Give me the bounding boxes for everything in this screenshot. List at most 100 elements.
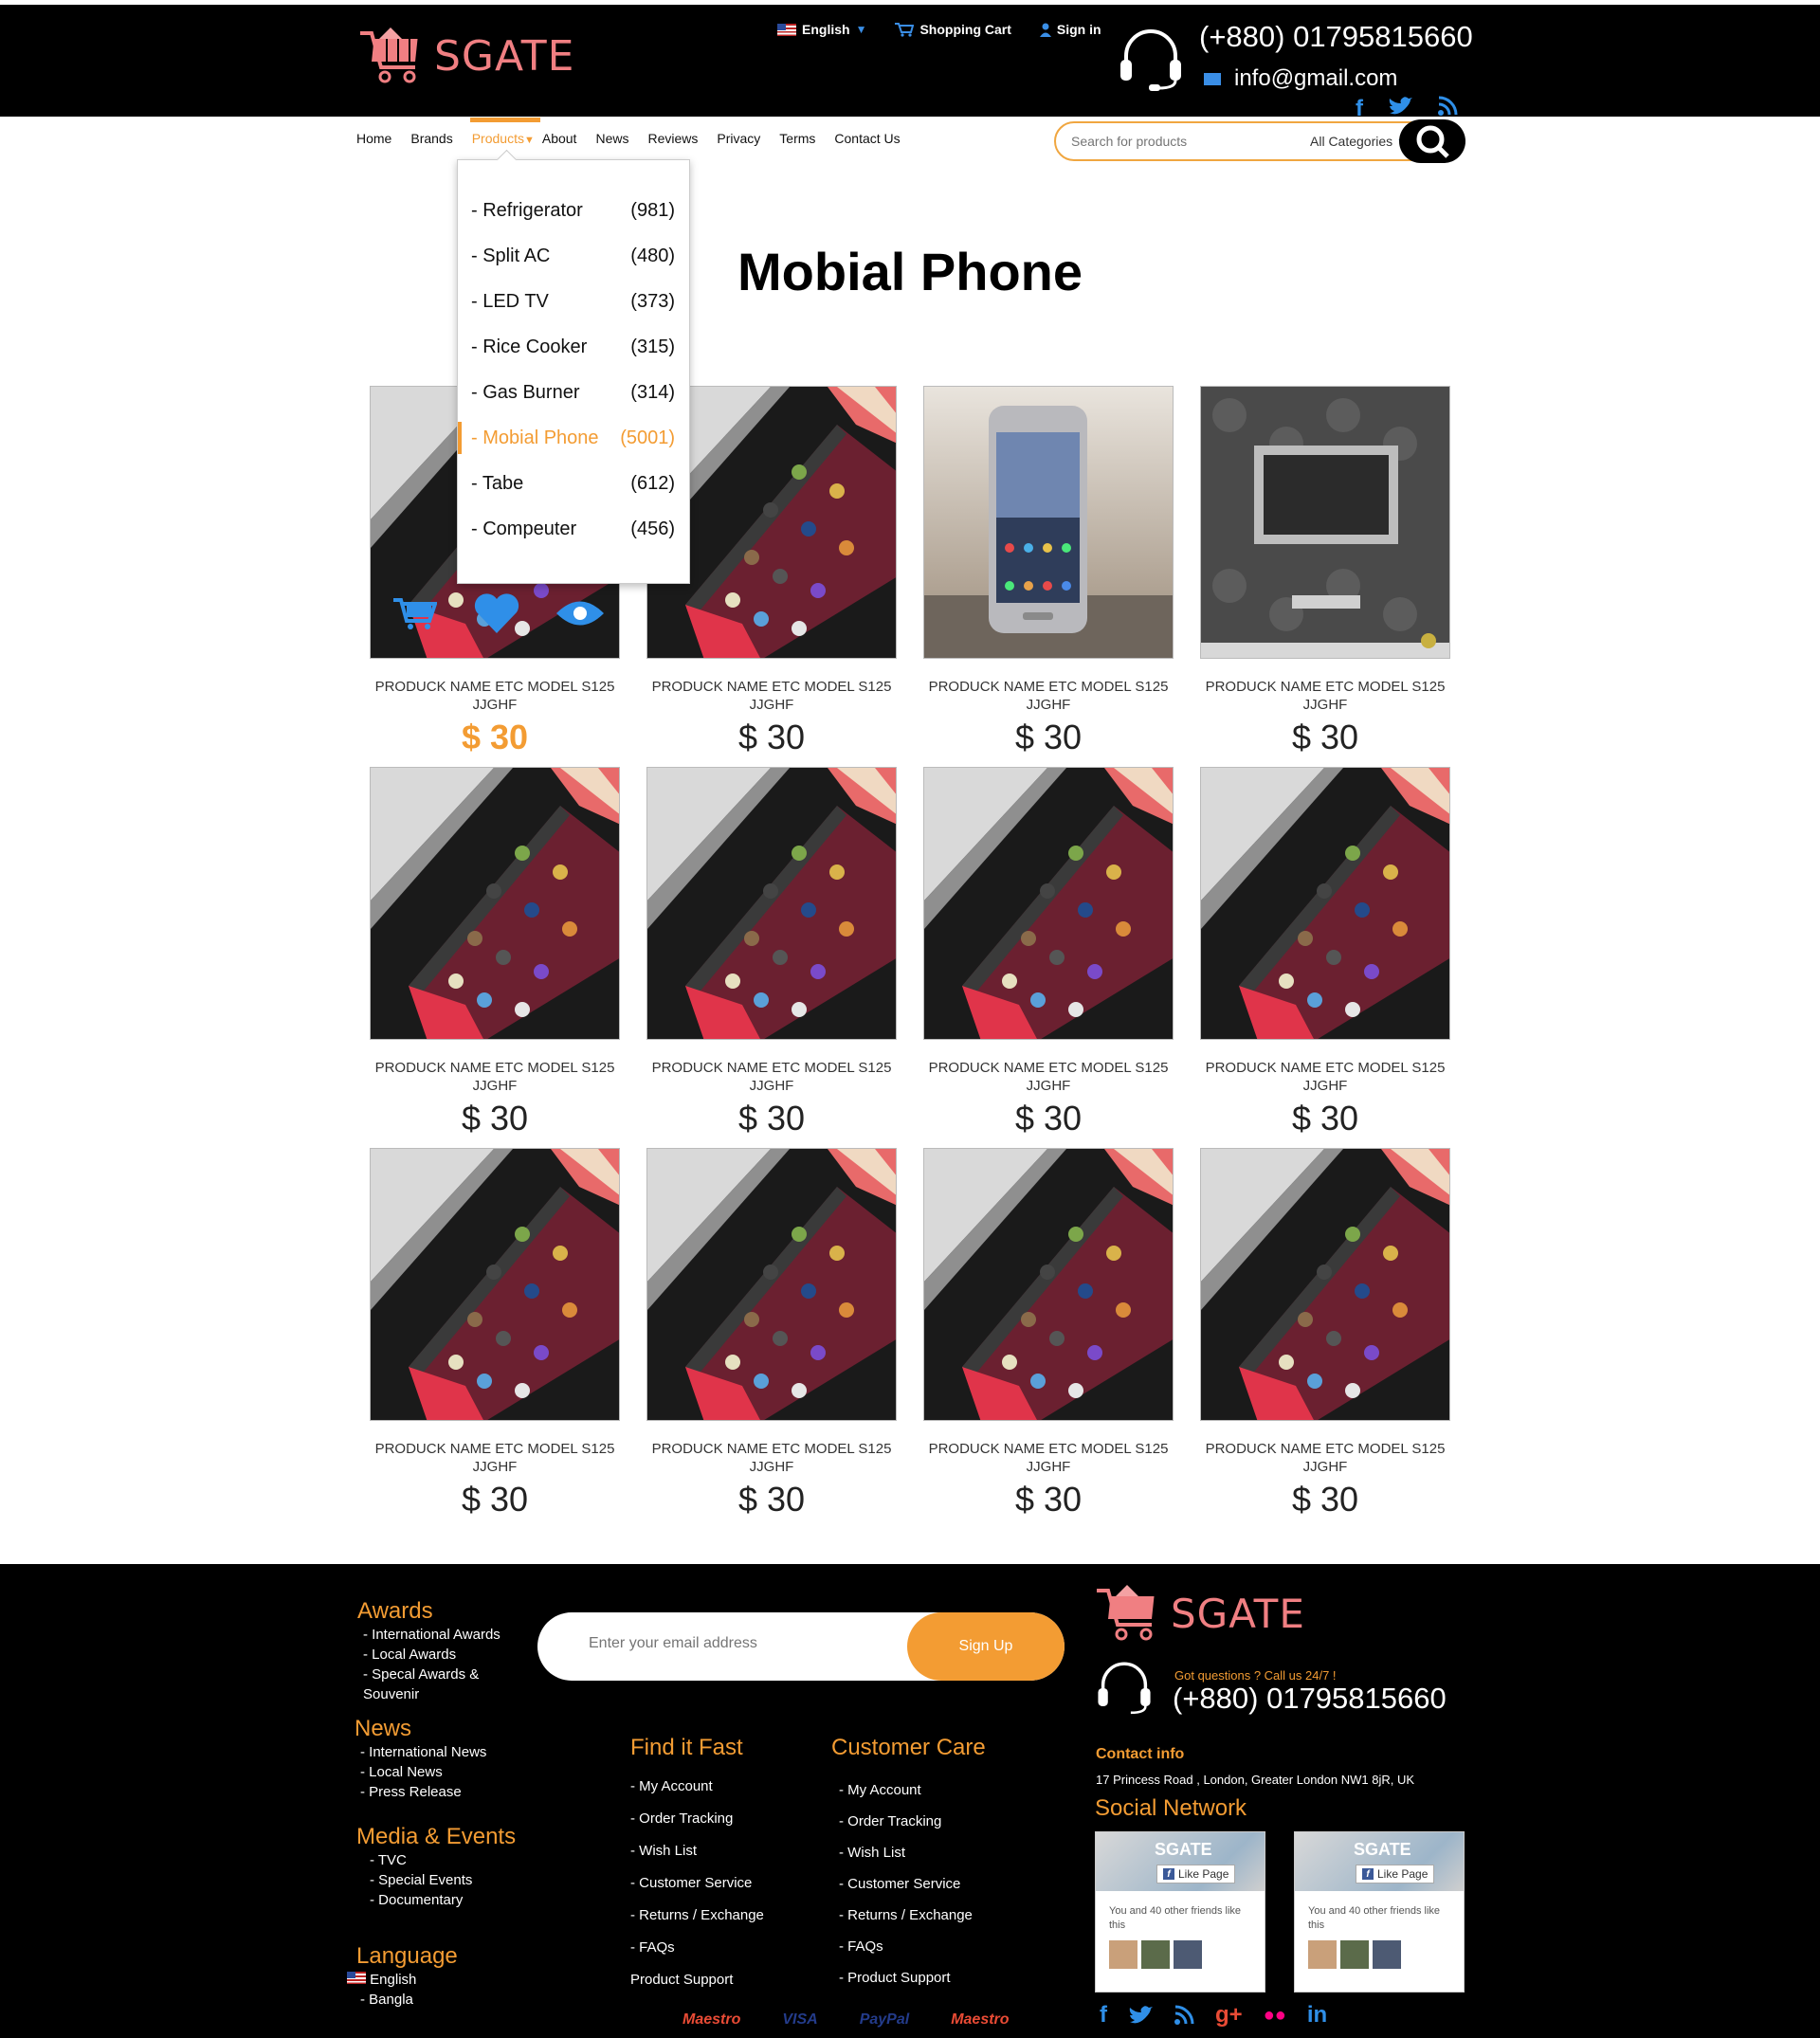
facebook-widget[interactable]: SGATE f Like Page You and 40 other friend… [1294,1831,1465,1993]
product-name[interactable]: PRODUCK NAME ETC MODEL S125 JJGHF [646,678,897,714]
product-name[interactable]: PRODUCK NAME ETC MODEL S125 JJGHF [646,1440,897,1476]
dropdown-item[interactable]: - LED TV (373) [471,291,675,313]
quick-view-eye-icon[interactable] [556,599,604,628]
nav-terms[interactable]: Terms [779,131,815,146]
footer-link[interactable]: - Order Tracking [839,1806,986,1837]
footer-link[interactable]: - Wish List [839,1837,986,1868]
footer-link[interactable]: - Order Tracking [630,1803,764,1835]
footer-link[interactable]: - Returns / Exchange [839,1900,986,1931]
footer-link[interactable]: - Wish List [630,1835,764,1867]
nav-reviews[interactable]: Reviews [647,131,698,146]
footer-link[interactable]: - Local Awards [363,1645,500,1665]
footer-link[interactable]: - Special Events [370,1870,516,1890]
footer-link[interactable]: - Documentary [370,1890,516,1910]
nav-about[interactable]: About [542,131,577,146]
product-name[interactable]: PRODUCK NAME ETC MODEL S125 JJGHF [370,678,620,714]
header-phone[interactable]: (+880) 01795815660 [1199,20,1473,54]
nav-news[interactable]: News [595,131,628,146]
nav-privacy[interactable]: Privacy [717,131,760,146]
product-thumbnail[interactable] [923,767,1174,1040]
footer-link[interactable]: - My Account [630,1771,764,1803]
product-name[interactable]: PRODUCK NAME ETC MODEL S125 JJGHF [370,1059,620,1095]
product-name[interactable]: PRODUCK NAME ETC MODEL S125 JJGHF [923,1440,1174,1476]
logo[interactable]: SGATE [358,26,574,86]
language-bangla[interactable]: - Bangla [360,1990,458,2010]
product-thumbnail[interactable] [1200,767,1450,1040]
fb-like-button[interactable]: f Like Page [1356,1865,1435,1883]
search-input[interactable] [1071,134,1289,149]
product-card[interactable]: PRODUCK NAME ETC MODEL S125 JJGHF $ 30 [923,1148,1174,1519]
product-thumbnail[interactable] [923,386,1174,659]
product-name[interactable]: PRODUCK NAME ETC MODEL S125 JJGHF [1200,1059,1450,1095]
dropdown-item[interactable]: - Split AC (480) [471,246,675,267]
footer-link[interactable]: - Press Release [360,1782,486,1802]
footer-link[interactable]: - Product Support [839,1962,986,1993]
product-name[interactable]: PRODUCK NAME ETC MODEL S125 JJGHF [1200,678,1450,714]
dropdown-item[interactable]: - Tabe (612) [471,473,675,495]
newsletter-email-input[interactable] [589,1635,873,1652]
footer-logo[interactable]: SGATE [1095,1583,1305,1644]
linkedin-icon[interactable]: in [1307,2002,1327,2029]
footer-link[interactable]: - Local News [360,1762,486,1782]
footer-link[interactable]: - TVC [370,1850,516,1870]
facebook-widget[interactable]: SGATE f Like Page You and 40 other friend… [1095,1831,1265,1993]
footer-link[interactable]: - International News [360,1742,486,1762]
language-english[interactable]: English [347,1970,458,1990]
footer-link[interactable]: - Customer Service [630,1867,764,1900]
search-button[interactable] [1399,119,1465,163]
product-thumbnail[interactable] [923,1148,1174,1421]
nav-home[interactable]: Home [356,131,391,146]
product-card[interactable]: PRODUCK NAME ETC MODEL S125 JJGHF $ 30 [923,386,1174,757]
footer-link[interactable]: - International Awards [363,1625,500,1645]
footer-link[interactable]: Product Support [630,1964,764,1996]
category-select[interactable]: All Categories ▼ [1310,134,1408,149]
footer-link[interactable]: - Returns / Exchange [630,1900,764,1932]
product-card[interactable]: PRODUCK NAME ETC MODEL S125 JJGHF $ 30 [370,767,620,1138]
product-thumbnail[interactable] [1200,1148,1450,1421]
twitter-icon[interactable] [1388,96,1412,117]
dropdown-item[interactable]: - Rice Cooker (315) [471,337,675,358]
product-name[interactable]: PRODUCK NAME ETC MODEL S125 JJGHF [923,678,1174,714]
product-name[interactable]: PRODUCK NAME ETC MODEL S125 JJGHF [370,1440,620,1476]
product-card[interactable]: PRODUCK NAME ETC MODEL S125 JJGHF $ 30 [370,1148,620,1519]
dropdown-item-selected[interactable]: - Mobial Phone (5001) [458,422,675,454]
product-card[interactable]: PRODUCK NAME ETC MODEL S125 JJGHF $ 30 [923,767,1174,1138]
footer-link[interactable]: - My Account [839,1774,986,1806]
product-thumbnail[interactable] [370,1148,620,1421]
product-name[interactable]: PRODUCK NAME ETC MODEL S125 JJGHF [923,1059,1174,1095]
facebook-icon[interactable]: f [1356,96,1363,122]
footer-link[interactable]: Souvenir [363,1684,500,1704]
product-card[interactable]: PRODUCK NAME ETC MODEL S125 JJGHF $ 30 [1200,1148,1450,1519]
footer-link[interactable]: - Specal Awards & [363,1665,500,1684]
footer-link[interactable]: - FAQs [839,1931,986,1962]
product-thumbnail[interactable] [646,767,897,1040]
flickr-icon[interactable]: ●● [1264,2005,1286,2027]
wishlist-heart-icon[interactable] [473,593,520,633]
fb-like-button[interactable]: f Like Page [1156,1865,1236,1883]
product-card[interactable]: PRODUCK NAME ETC MODEL S125 JJGHF $ 30 [646,1148,897,1519]
product-card[interactable]: PRODUCK NAME ETC MODEL S125 JJGHF $ 30 [1200,386,1450,757]
nav-products[interactable]: Products▼ [469,118,541,146]
product-card[interactable]: PRODUCK NAME ETC MODEL S125 JJGHF $ 30 [646,767,897,1138]
product-thumbnail[interactable] [370,767,620,1040]
google-plus-icon[interactable]: g+ [1215,2002,1243,2029]
product-card[interactable]: PRODUCK NAME ETC MODEL S125 JJGHF $ 30 [1200,767,1450,1138]
dropdown-item[interactable]: - Gas Burner (314) [471,382,675,404]
shopping-cart-link[interactable]: Shopping Cart [895,22,1011,37]
rss-icon[interactable] [1437,96,1458,117]
product-name[interactable]: PRODUCK NAME ETC MODEL S125 JJGHF [646,1059,897,1095]
facebook-icon[interactable]: f [1100,2002,1107,2029]
header-email[interactable]: info@gmail.com [1204,65,1397,92]
nav-brands[interactable]: Brands [410,131,452,146]
footer-link[interactable]: - FAQs [630,1932,764,1964]
signin-link[interactable]: Sign in [1039,22,1101,37]
dropdown-item[interactable]: - Refrigerator (981) [471,200,675,222]
footer-phone[interactable]: (+880) 01795815660 [1173,1682,1447,1716]
footer-link[interactable]: - Customer Service [839,1868,986,1900]
product-thumbnail[interactable] [646,1148,897,1421]
add-to-cart-icon[interactable] [393,596,437,630]
signup-button[interactable]: Sign Up [907,1612,1065,1681]
twitter-icon[interactable] [1128,2005,1153,2026]
rss-icon[interactable] [1174,2005,1194,2026]
language-selector[interactable]: English ▼ [777,22,866,37]
